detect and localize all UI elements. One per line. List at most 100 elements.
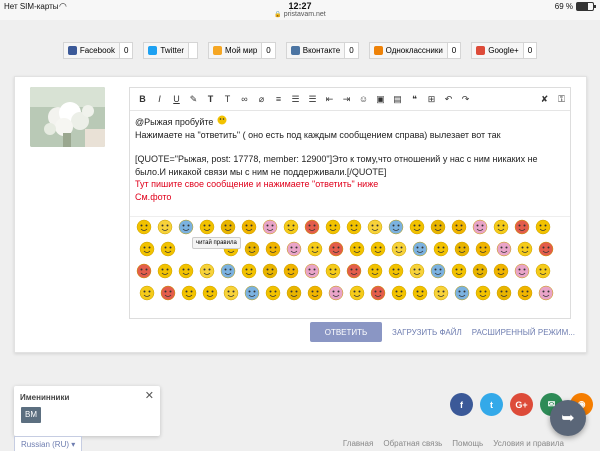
smiley-icon[interactable] bbox=[244, 241, 260, 257]
share-button-vk[interactable]: Вконтакте 0 bbox=[285, 42, 359, 59]
smiley-icon[interactable] bbox=[409, 263, 425, 279]
smiley-icon[interactable] bbox=[220, 263, 236, 279]
smiley-icon[interactable] bbox=[391, 285, 407, 301]
smiley-icon[interactable] bbox=[517, 241, 533, 257]
font-family-icon[interactable]: T bbox=[219, 94, 236, 104]
font-size-icon[interactable]: 𝐓 bbox=[202, 94, 219, 105]
smiley-icon[interactable] bbox=[139, 285, 155, 301]
link-icon[interactable]: ∞ bbox=[236, 94, 253, 104]
smiley-icon[interactable] bbox=[178, 263, 194, 279]
birthday-avatar[interactable]: BM bbox=[21, 407, 41, 423]
smiley-icon[interactable] bbox=[328, 241, 344, 257]
smiley-icon[interactable] bbox=[262, 263, 278, 279]
smiley-icon[interactable] bbox=[262, 219, 278, 235]
quote-icon[interactable]: ❝ bbox=[406, 94, 423, 105]
smiley-icon[interactable] bbox=[202, 285, 218, 301]
smiley-icon[interactable] bbox=[139, 241, 155, 257]
smiley-icon[interactable] bbox=[286, 285, 302, 301]
smiley-icon[interactable]: ☺ bbox=[355, 94, 372, 104]
smiley-icon[interactable] bbox=[157, 263, 173, 279]
smiley-icon[interactable] bbox=[178, 219, 194, 235]
smiley-icon[interactable] bbox=[220, 219, 236, 235]
smiley-icon[interactable] bbox=[328, 285, 344, 301]
smiley-icon[interactable] bbox=[244, 285, 260, 301]
smiley-icon[interactable] bbox=[451, 263, 467, 279]
insert-icon[interactable]: ⊞ bbox=[423, 94, 440, 105]
smiley-icon[interactable] bbox=[493, 219, 509, 235]
smiley-icon[interactable] bbox=[136, 219, 152, 235]
smiley-icon[interactable] bbox=[388, 219, 404, 235]
smiley-icon[interactable] bbox=[265, 285, 281, 301]
footer-link[interactable]: Главная bbox=[343, 439, 373, 448]
address-url[interactable]: 🔒 pristavam.net bbox=[0, 11, 600, 18]
smiley-icon[interactable] bbox=[136, 263, 152, 279]
smiley-icon[interactable] bbox=[538, 241, 554, 257]
smiley-icon[interactable] bbox=[451, 219, 467, 235]
underline-icon[interactable]: U bbox=[168, 94, 185, 104]
share-button-moimir[interactable]: Мой мир 0 bbox=[207, 42, 276, 59]
smiley-icon[interactable] bbox=[412, 241, 428, 257]
smiley-icon[interactable] bbox=[307, 285, 323, 301]
remove-format-icon[interactable]: ✘ bbox=[536, 94, 553, 105]
smiley-icon[interactable] bbox=[241, 219, 257, 235]
smiley-icon[interactable] bbox=[514, 219, 530, 235]
share-button-twitter[interactable]: Twitter bbox=[143, 42, 198, 59]
smiley-icon[interactable] bbox=[454, 241, 470, 257]
share-button-googleplus[interactable]: Google+ 0 bbox=[471, 42, 538, 59]
text-color-icon[interactable]: ✎ bbox=[185, 94, 202, 105]
smiley-icon[interactable] bbox=[412, 285, 428, 301]
footer-link[interactable]: Помощь bbox=[452, 439, 483, 448]
smiley-icon[interactable] bbox=[304, 219, 320, 235]
reply-fab-button[interactable]: ➥ bbox=[550, 400, 586, 436]
smiley-icon[interactable] bbox=[391, 241, 407, 257]
smiley-icon[interactable] bbox=[493, 263, 509, 279]
bullet-list-icon[interactable]: ☰ bbox=[287, 94, 304, 105]
smiley-icon[interactable] bbox=[160, 241, 176, 257]
smiley-icon[interactable] bbox=[535, 219, 551, 235]
reply-button[interactable]: ОТВЕТИТЬ bbox=[310, 322, 382, 342]
smiley-icon[interactable] bbox=[241, 263, 257, 279]
smiley-icon[interactable] bbox=[346, 219, 362, 235]
smiley-icon[interactable] bbox=[472, 219, 488, 235]
footer-link[interactable]: Обратная связь bbox=[383, 439, 442, 448]
facebook-share-button[interactable]: f bbox=[450, 393, 473, 416]
smiley-icon[interactable] bbox=[517, 285, 533, 301]
bold-icon[interactable]: B bbox=[134, 94, 151, 104]
smiley-icon[interactable] bbox=[157, 219, 173, 235]
smiley-icon[interactable] bbox=[454, 285, 470, 301]
smiley-icon[interactable] bbox=[475, 241, 491, 257]
smiley-icon[interactable] bbox=[349, 241, 365, 257]
smiley-icon[interactable] bbox=[181, 285, 197, 301]
smiley-icon[interactable] bbox=[388, 263, 404, 279]
share-button-ok[interactable]: Одноклассники 0 bbox=[368, 42, 462, 59]
smiley-icon[interactable] bbox=[496, 241, 512, 257]
smiley-icon[interactable] bbox=[346, 263, 362, 279]
smiley-icon[interactable] bbox=[538, 285, 554, 301]
smiley-icon[interactable] bbox=[367, 263, 383, 279]
smiley-icon[interactable] bbox=[283, 219, 299, 235]
indent-icon[interactable]: ⇥ bbox=[338, 94, 355, 105]
smiley-icon[interactable] bbox=[472, 263, 488, 279]
smiley-icon[interactable] bbox=[367, 219, 383, 235]
editor-content[interactable]: @Рыжая пробуйте Нажимаете на "ответить" … bbox=[135, 115, 565, 203]
smiley-icon[interactable] bbox=[199, 219, 215, 235]
smiley-icon[interactable] bbox=[199, 263, 215, 279]
smiley-icon[interactable] bbox=[160, 285, 176, 301]
user-avatar[interactable] bbox=[30, 87, 105, 147]
smiley-icon[interactable] bbox=[286, 241, 302, 257]
bbcode-toggle-icon[interactable]: ⚿ bbox=[553, 94, 570, 105]
undo-icon[interactable]: ↶ bbox=[440, 94, 457, 105]
smiley-icon[interactable] bbox=[223, 285, 239, 301]
smiley-icon[interactable] bbox=[325, 263, 341, 279]
smiley-icon[interactable] bbox=[433, 241, 449, 257]
smiley-icon[interactable] bbox=[475, 285, 491, 301]
smiley-icon[interactable] bbox=[514, 263, 530, 279]
italic-icon[interactable]: I bbox=[151, 94, 168, 104]
smiley-icon[interactable] bbox=[307, 241, 323, 257]
smiley-icon[interactable] bbox=[496, 285, 512, 301]
twitter-share-button[interactable]: t bbox=[480, 393, 503, 416]
upload-file-button[interactable]: ЗАГРУЗИТЬ ФАЙЛ bbox=[392, 328, 462, 337]
numbered-list-icon[interactable]: ☰ bbox=[304, 94, 321, 105]
media-icon[interactable]: ▤ bbox=[389, 94, 406, 105]
share-button-facebook[interactable]: Facebook 0 bbox=[62, 42, 134, 59]
